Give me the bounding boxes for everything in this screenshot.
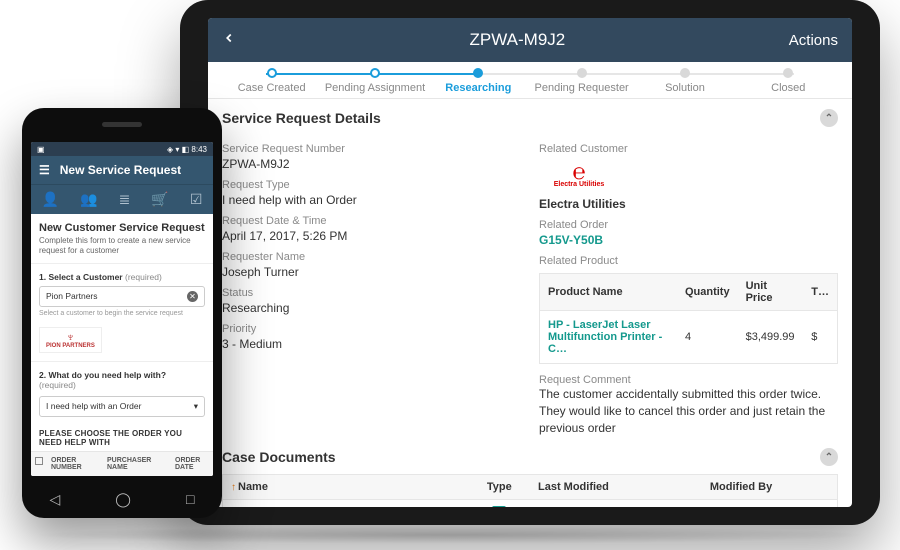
nav-home-icon[interactable]: ◯ — [115, 491, 131, 508]
customer-name: Electra Utilities — [539, 197, 838, 211]
field-label: Requester Name — [222, 251, 521, 263]
col-purchaser[interactable]: PURCHASER NAME — [103, 452, 171, 476]
documents-header-row: ↑Name Type Last Modified Modified By — [222, 474, 838, 500]
step-researching[interactable]: Researching — [427, 68, 530, 94]
product-table: Product Name Quantity Unit Price T… HP -… — [539, 273, 838, 364]
dropdown-value: I need help with an Order — [46, 401, 141, 411]
phone-device: ▣ ◈ ▾ ◧ 8:43 ☰ New Service Request 👤 👥 ≣… — [22, 108, 222, 518]
nav-back-icon[interactable]: ◁ — [50, 491, 61, 508]
field-label: Related Order — [539, 219, 838, 231]
col-modified-by[interactable]: Modified By — [702, 475, 837, 499]
order-table-header: ORDER NUMBER PURCHASER NAME ORDER DATE — [31, 451, 213, 476]
wifi-icon: ◈ ▾ ◧ — [167, 145, 191, 154]
selected-customer-chip[interactable]: Pion Partners ✕ — [39, 286, 205, 307]
document-row[interactable]: ElectraUtilities_ZPWA-M9J2 ≡ 5/4/2017 4:… — [222, 500, 838, 507]
android-nav-bar: ◁ ◯ □ — [22, 491, 222, 508]
order-section-title: PLEASE CHOOSE THE ORDER YOU NEED HELP WI… — [31, 423, 213, 451]
field-label: Related Product — [539, 255, 838, 267]
request-datetime-value: April 17, 2017, 5:26 PM — [222, 229, 521, 243]
step-pending-assignment[interactable]: Pending Assignment — [323, 68, 426, 94]
tablet-device: ZPWA-M9J2 Actions Case Created Pending A… — [180, 0, 880, 525]
col-name[interactable]: ↑Name — [223, 475, 469, 499]
step-pending-requester[interactable]: Pending Requester — [530, 68, 633, 94]
section-title: Service Request Details — [222, 110, 381, 126]
page-title: ZPWA-M9J2 — [246, 30, 789, 50]
nav-recent-icon[interactable]: □ — [186, 491, 194, 508]
document-icon: ≡ — [492, 506, 506, 507]
tablet-header: ZPWA-M9J2 Actions — [208, 18, 852, 62]
status-time: 8:43 — [191, 145, 207, 154]
details-section-header: Service Request Details ⌃ — [222, 109, 838, 127]
field-label: Service Request Number — [222, 143, 521, 155]
field-label: Status — [222, 287, 521, 299]
tab-user-icon[interactable]: 👤 — [42, 191, 59, 208]
step-solution[interactable]: Solution — [633, 68, 736, 94]
request-type-value: I need help with an Order — [222, 193, 521, 207]
clear-icon[interactable]: ✕ — [187, 291, 198, 302]
related-order-link[interactable]: G15V-Y50B — [539, 233, 838, 247]
customer-logo: ℮ Electra Utilities — [539, 155, 619, 195]
request-comment: The customer accidentally submitted this… — [539, 386, 838, 436]
step-case-created[interactable]: Case Created — [220, 68, 323, 94]
menu-icon[interactable]: ☰ — [39, 163, 50, 177]
requester-name-value: Joseph Turner — [222, 265, 521, 279]
back-icon[interactable] — [222, 30, 246, 50]
status-value: Researching — [222, 301, 521, 315]
step-closed[interactable]: Closed — [737, 68, 840, 94]
tab-check-icon[interactable]: ☑ — [190, 191, 203, 208]
logo-glyph-icon: ℮ — [572, 163, 585, 181]
field-label: Related Customer — [539, 143, 838, 155]
product-name-link[interactable]: HP - LaserJet Laser Multifunction Printe… — [540, 311, 677, 364]
collapse-icon[interactable]: ⌃ — [820, 109, 838, 127]
form-title: New Customer Service Request — [31, 214, 213, 236]
customer-logo: ♆ PION PARTNERS — [39, 327, 102, 353]
logo-glyph-icon: ♆ — [46, 331, 95, 343]
tab-list-icon[interactable]: ≣ — [119, 191, 131, 208]
col-product-name[interactable]: Product Name — [540, 274, 677, 311]
col-type[interactable]: Type — [469, 475, 530, 499]
field-label: Priority — [222, 323, 521, 335]
product-qty: 4 — [677, 311, 738, 364]
phone-tab-bar: 👤 👥 ≣ 🛒 ☑ — [31, 184, 213, 214]
section-title: Case Documents — [222, 449, 336, 465]
chip-label: Pion Partners — [46, 291, 98, 301]
tab-group-icon[interactable]: 👥 — [80, 191, 97, 208]
phone-header: ☰ New Service Request — [31, 156, 213, 184]
col-order-date[interactable]: ORDER DATE — [171, 452, 213, 476]
progress-stepper: Case Created Pending Assignment Research… — [208, 62, 852, 99]
chevron-down-icon: ▾ — [194, 401, 198, 412]
android-status-bar: ▣ ◈ ▾ ◧ 8:43 — [31, 142, 213, 156]
actions-button[interactable]: Actions — [789, 32, 838, 49]
col-last-modified[interactable]: Last Modified — [530, 475, 702, 499]
table-row[interactable]: HP - LaserJet Laser Multifunction Printe… — [540, 311, 838, 364]
document-modified: 5/4/2017 4:03 PM EDT — [530, 500, 702, 507]
col-unit-price[interactable]: Unit Price — [738, 274, 804, 311]
priority-value: 3 - Medium — [222, 337, 521, 351]
document-name-link[interactable]: ElectraUtilities_ZPWA-M9J2 — [223, 500, 469, 507]
phone-title: New Service Request — [60, 163, 181, 177]
step1-label: 1. Select a Customer (required) — [31, 264, 213, 286]
product-price: $3,499.99 — [738, 311, 804, 364]
status-left-icon: ▣ — [37, 145, 45, 154]
collapse-icon[interactable]: ⌃ — [820, 448, 838, 466]
tab-cart-icon[interactable]: 🛒 — [151, 191, 168, 208]
sr-number-value: ZPWA-M9J2 — [222, 157, 521, 171]
documents-section-header: Case Documents ⌃ — [222, 448, 838, 466]
product-total: $ — [803, 311, 837, 364]
phone-screen: ▣ ◈ ▾ ◧ 8:43 ☰ New Service Request 👤 👥 ≣… — [31, 142, 213, 476]
col-total[interactable]: T… — [803, 274, 837, 311]
form-subtitle: Complete this form to create a new servi… — [31, 236, 213, 264]
sort-asc-icon: ↑ — [231, 482, 236, 493]
step2-label: 2. What do you need help with? (required… — [31, 362, 213, 394]
col-quantity[interactable]: Quantity — [677, 274, 738, 311]
help-type-dropdown[interactable]: I need help with an Order ▾ — [39, 396, 205, 417]
field-label: Request Date & Time — [222, 215, 521, 227]
tablet-screen: ZPWA-M9J2 Actions Case Created Pending A… — [208, 18, 852, 507]
document-modified-by[interactable]: Karen Anderson — [702, 500, 837, 507]
field-label: Request Type — [222, 179, 521, 191]
field-label: Request Comment — [539, 374, 838, 386]
select-hint: Select a customer to begin the service r… — [31, 307, 213, 323]
select-all-checkbox[interactable] — [35, 457, 43, 465]
col-order-number[interactable]: ORDER NUMBER — [47, 452, 103, 476]
